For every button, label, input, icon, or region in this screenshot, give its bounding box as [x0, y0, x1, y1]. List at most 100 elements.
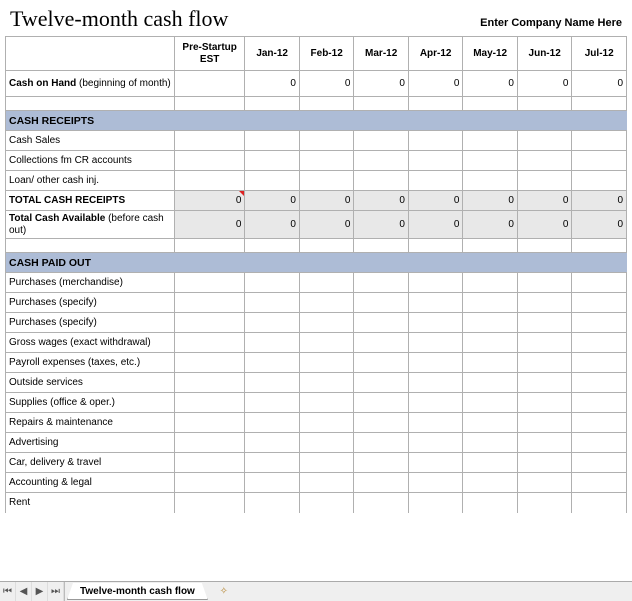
cell[interactable] [572, 493, 627, 513]
cell[interactable] [174, 353, 245, 373]
cell[interactable] [174, 413, 245, 433]
cell[interactable]: 0 [463, 211, 518, 239]
cell[interactable] [517, 473, 572, 493]
cell[interactable] [174, 493, 245, 513]
cell[interactable] [299, 313, 354, 333]
cell[interactable]: 0 [517, 71, 572, 97]
cell[interactable] [408, 433, 463, 453]
cell[interactable] [517, 171, 572, 191]
cell[interactable] [354, 473, 409, 493]
cell[interactable] [408, 273, 463, 293]
month-header[interactable]: Mar-12 [354, 37, 409, 71]
cell[interactable] [572, 373, 627, 393]
cell[interactable]: 0 [354, 71, 409, 97]
cell[interactable] [354, 413, 409, 433]
cell[interactable] [174, 393, 245, 413]
cell[interactable] [245, 353, 300, 373]
cell[interactable] [354, 373, 409, 393]
cell[interactable] [408, 473, 463, 493]
month-header[interactable]: May-12 [463, 37, 518, 71]
cell[interactable] [354, 393, 409, 413]
cell[interactable] [517, 151, 572, 171]
month-header[interactable]: Apr-12 [408, 37, 463, 71]
cell[interactable]: 0 [245, 71, 300, 97]
cell[interactable] [408, 393, 463, 413]
cell[interactable] [245, 171, 300, 191]
cell[interactable] [463, 131, 518, 151]
cell[interactable] [517, 333, 572, 353]
last-tab-icon[interactable]: ⏭ [48, 582, 64, 601]
cell[interactable] [354, 493, 409, 513]
cell[interactable] [299, 151, 354, 171]
cell[interactable] [517, 273, 572, 293]
cell[interactable] [408, 171, 463, 191]
cell[interactable] [245, 393, 300, 413]
cell[interactable] [174, 71, 245, 97]
cell[interactable] [517, 393, 572, 413]
cell[interactable] [517, 433, 572, 453]
cell[interactable]: 0 [174, 191, 245, 211]
cell[interactable] [245, 453, 300, 473]
cell[interactable]: 0 [245, 211, 300, 239]
cell[interactable]: 0 [354, 211, 409, 239]
cell[interactable] [299, 453, 354, 473]
cell[interactable] [572, 413, 627, 433]
cell[interactable] [299, 493, 354, 513]
month-header[interactable]: Feb-12 [299, 37, 354, 71]
cell[interactable] [517, 453, 572, 473]
cell[interactable] [408, 131, 463, 151]
sheet-tab[interactable]: Twelve-month cash flow [67, 583, 208, 600]
cell[interactable] [245, 413, 300, 433]
cell[interactable] [408, 413, 463, 433]
cell[interactable] [517, 313, 572, 333]
cell[interactable] [174, 273, 245, 293]
prev-tab-icon[interactable]: ◀ [16, 582, 32, 601]
month-header[interactable]: Jan-12 [245, 37, 300, 71]
company-name[interactable]: Enter Company Name Here [480, 17, 622, 29]
cell[interactable] [299, 171, 354, 191]
cell[interactable] [463, 313, 518, 333]
cell[interactable] [463, 433, 518, 453]
cell[interactable] [354, 151, 409, 171]
cell[interactable] [572, 131, 627, 151]
cell[interactable] [299, 131, 354, 151]
cell[interactable] [299, 393, 354, 413]
cell[interactable] [408, 333, 463, 353]
cell[interactable] [299, 433, 354, 453]
cell[interactable] [174, 433, 245, 453]
cell[interactable] [245, 373, 300, 393]
cell[interactable] [174, 151, 245, 171]
cell[interactable]: 0 [517, 211, 572, 239]
cell[interactable] [572, 313, 627, 333]
cell[interactable] [463, 353, 518, 373]
cell[interactable]: 0 [299, 71, 354, 97]
cell[interactable] [463, 493, 518, 513]
first-tab-icon[interactable]: ⏮ [0, 582, 16, 601]
cell[interactable] [354, 293, 409, 313]
cell[interactable] [572, 473, 627, 493]
cell[interactable] [354, 333, 409, 353]
cell[interactable]: 0 [463, 71, 518, 97]
cell[interactable]: 0 [463, 191, 518, 211]
cell[interactable] [408, 353, 463, 373]
cell[interactable] [463, 453, 518, 473]
cell[interactable] [408, 293, 463, 313]
cell[interactable] [572, 393, 627, 413]
cell[interactable] [354, 171, 409, 191]
cell[interactable] [245, 333, 300, 353]
cell[interactable] [245, 151, 300, 171]
cell[interactable] [572, 353, 627, 373]
cell[interactable] [517, 293, 572, 313]
cell[interactable]: 0 [408, 71, 463, 97]
cell[interactable]: 0 [572, 71, 627, 97]
cell[interactable] [299, 273, 354, 293]
cell[interactable] [517, 373, 572, 393]
cell[interactable] [517, 353, 572, 373]
cell[interactable] [354, 353, 409, 373]
month-header[interactable]: Jul-12 [572, 37, 627, 71]
cell[interactable] [463, 393, 518, 413]
cell[interactable] [245, 433, 300, 453]
cell[interactable] [354, 131, 409, 151]
cell[interactable] [245, 473, 300, 493]
cell[interactable] [354, 433, 409, 453]
